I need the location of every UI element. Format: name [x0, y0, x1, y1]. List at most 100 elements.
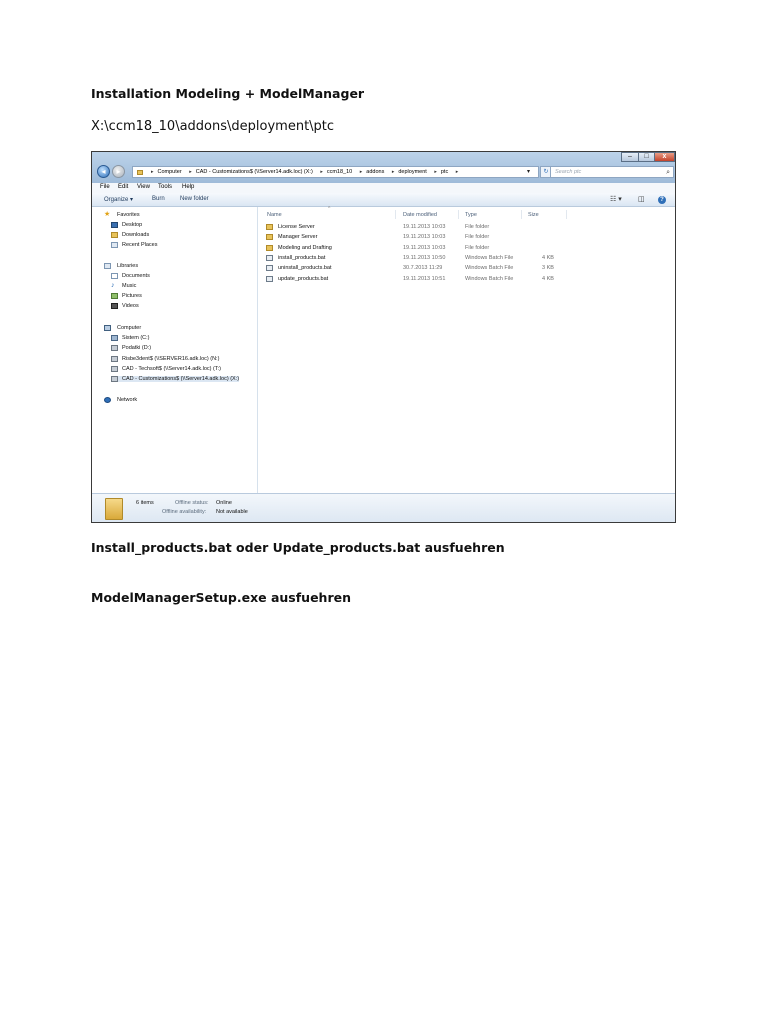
folder-icon: [105, 498, 123, 520]
desktop-icon: [111, 222, 118, 228]
network-icon: [104, 397, 111, 403]
document-path: X:\ccm18_10\addons\deployment\ptc: [91, 119, 335, 134]
file-row[interactable]: Manager Server 19.11.2013 10:03 File folde…: [266, 233, 566, 242]
minimize-button[interactable]: –: [621, 152, 639, 162]
menu-tools[interactable]: Tools: [158, 184, 172, 190]
menu-bar: File Edit View Tools Help: [92, 183, 675, 193]
back-button[interactable]: ◂: [97, 165, 110, 178]
column-date-modified[interactable]: Date modified: [403, 212, 437, 218]
nav-videos[interactable]: Videos: [111, 303, 139, 309]
nav-libraries[interactable]: Libraries: [104, 263, 138, 269]
file-type: File folder: [465, 244, 490, 251]
breadcrumb-addons[interactable]: addons: [366, 169, 384, 175]
help-icon[interactable]: ?: [658, 196, 666, 204]
file-size: 3 KB: [542, 265, 554, 272]
nav-drive-x[interactable]: CAD - Customizations$ (\\Server14.adk.lo…: [111, 376, 240, 382]
file-name: uninstall_products.bat: [278, 265, 332, 272]
search-icon[interactable]: ⌕: [666, 167, 670, 178]
drive-icon: [111, 345, 118, 351]
file-name: update_products.bat: [278, 275, 329, 282]
column-divider[interactable]: [521, 210, 522, 219]
address-bar[interactable]: ▸ Computer ▸ CAD - Customizations$ (\\Serv…: [132, 166, 539, 178]
breadcrumb-deployment[interactable]: deployment: [398, 169, 426, 175]
nav-music[interactable]: ♪ Music: [111, 282, 136, 289]
address-dropdown-icon[interactable]: ▾: [527, 168, 530, 175]
nav-drive-c[interactable]: Sistem (C:): [111, 335, 150, 341]
organize-button[interactable]: Organize ▾: [104, 196, 133, 203]
column-divider[interactable]: [395, 210, 396, 219]
view-options-icon[interactable]: ☷ ▾: [610, 195, 622, 203]
menu-help[interactable]: Help: [182, 184, 194, 190]
arrow-right-icon: ▸: [116, 167, 121, 176]
explorer-window: – □ x ◂ ▸ ▸ Computer ▸ CAD - Customization…: [91, 151, 676, 523]
menu-file[interactable]: File: [100, 184, 110, 190]
breadcrumb-ptc[interactable]: ptc: [441, 169, 448, 175]
breadcrumb-drive[interactable]: CAD - Customizations$ (\\Server14.adk.lo…: [196, 169, 313, 175]
forward-button[interactable]: ▸: [112, 165, 125, 178]
file-date: 19.11.2013 10:03: [403, 234, 446, 241]
breadcrumb-ccm18[interactable]: ccm18_10: [327, 169, 352, 175]
arrow-left-icon: ◂: [101, 167, 106, 176]
nav-computer[interactable]: Computer: [104, 325, 141, 331]
folder-icon: [266, 244, 273, 251]
nav-desktop[interactable]: Desktop: [111, 222, 142, 228]
documents-icon: [111, 273, 118, 279]
breadcrumb-computer[interactable]: Computer: [158, 169, 182, 175]
nav-network[interactable]: Network: [104, 397, 137, 403]
file-type: Windows Batch File: [465, 254, 514, 261]
file-name: install_products.bat: [278, 254, 326, 261]
file-row[interactable]: install_products.bat 19.11.2013 10:50 Wind…: [266, 254, 566, 263]
offline-availability-value: Not available: [216, 509, 248, 515]
column-divider[interactable]: [458, 210, 459, 219]
batch-file-icon: [266, 254, 273, 261]
new-folder-button[interactable]: New folder: [180, 196, 209, 202]
column-type[interactable]: Type: [465, 212, 477, 218]
videos-icon: [111, 303, 118, 309]
nav-drive-t[interactable]: CAD - Techsoft$ (\\Server14.adk.loc) (T:…: [111, 366, 221, 372]
refresh-icon: ↻: [543, 169, 549, 175]
nav-pictures[interactable]: Pictures: [111, 293, 142, 299]
file-row[interactable]: License Server 19.11.2013 10:03 File folde…: [266, 223, 566, 232]
nav-drive-n[interactable]: Risbe3dent$ (\\SERVER16.adk.loc) (N:): [111, 356, 219, 362]
menu-edit[interactable]: Edit: [118, 184, 128, 190]
nav-favorites[interactable]: ★ Favorites: [104, 211, 140, 218]
file-row[interactable]: Modeling and Drafting 19.11.2013 10:03 Fil…: [266, 244, 566, 253]
file-type: File folder: [465, 234, 490, 241]
details-pane: 6 items Offline status: Online Offline a…: [92, 493, 675, 522]
file-name: License Server: [278, 224, 315, 230]
file-date: 19.11.2013 10:51: [403, 275, 446, 282]
search-input[interactable]: Search ptc ⌕: [550, 166, 674, 178]
offline-status-value: Online: [216, 500, 232, 506]
close-button[interactable]: x: [654, 152, 675, 162]
chevron-right-icon: ▸: [434, 169, 437, 175]
title-bar: – □ x ◂ ▸ ▸ Computer ▸ CAD - Customization…: [92, 152, 675, 183]
close-icon: x: [662, 153, 667, 160]
command-bar: Organize ▾ Burn New folder ☷ ▾ ◫ ?: [92, 193, 675, 207]
downloads-icon: [111, 232, 118, 238]
network-drive-icon: [111, 366, 118, 372]
folder-icon: [266, 234, 273, 241]
file-name: Modeling and Drafting: [278, 244, 332, 251]
sort-ascending-icon: ^: [328, 206, 331, 212]
column-name[interactable]: Name: [267, 212, 282, 218]
instruction-step-2: ModelManagerSetup.exe ausfuehren: [91, 590, 351, 605]
menu-view[interactable]: View: [137, 184, 150, 190]
nav-downloads[interactable]: Downloads: [111, 232, 149, 238]
maximize-button[interactable]: □: [638, 152, 655, 162]
system-drive-icon: [111, 335, 118, 341]
preview-pane-icon[interactable]: ◫: [638, 195, 645, 203]
file-row[interactable]: update_products.bat 19.11.2013 10:51 Windo…: [266, 275, 566, 284]
column-divider[interactable]: [566, 210, 567, 219]
computer-icon: [104, 325, 111, 331]
file-type: File folder: [465, 224, 490, 230]
burn-button[interactable]: Burn: [152, 196, 165, 202]
offline-availability-label: Offline availability:: [162, 509, 207, 515]
nav-recent-places[interactable]: Recent Places: [111, 242, 157, 248]
nav-documents[interactable]: Documents: [111, 273, 150, 279]
nav-drive-d[interactable]: Podatki (D:): [111, 345, 151, 351]
chevron-right-icon: ▸: [320, 169, 323, 175]
file-list: ^ Name Date modified Type Size License S…: [258, 206, 675, 493]
column-size[interactable]: Size: [528, 212, 539, 218]
libraries-icon: [104, 263, 111, 269]
file-row[interactable]: uninstall_products.bat 30.7.2013 11:29 Win…: [266, 264, 566, 273]
